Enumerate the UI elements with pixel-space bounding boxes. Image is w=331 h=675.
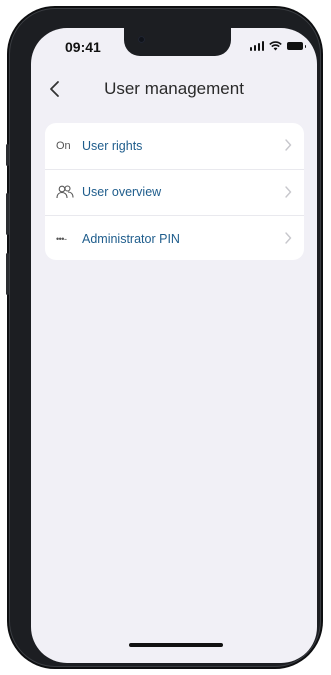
phone-frame: 09:41 User management On User rights Use…: [6, 8, 321, 667]
volume-up-button: [6, 193, 9, 235]
home-indicator[interactable]: [129, 643, 223, 647]
status-icons: [249, 41, 306, 51]
cellular-signal-icon: [249, 41, 264, 51]
pin-dots-icon: •••-: [56, 234, 80, 244]
menu-card: On User rights User overview •••- Admini…: [45, 123, 304, 260]
menu-item-user-rights[interactable]: On User rights: [45, 123, 304, 169]
silent-switch: [6, 144, 9, 166]
on-icon-text: On: [56, 139, 71, 152]
screen: 09:41 User management On User rights Use…: [31, 28, 317, 663]
wifi-icon: [269, 41, 282, 51]
notch: [124, 28, 231, 56]
chevron-right-icon: [285, 185, 292, 198]
menu-item-label: Administrator PIN: [82, 231, 180, 246]
menu-item-label: User rights: [82, 138, 143, 153]
menu-item-administrator-pin[interactable]: •••- Administrator PIN: [45, 215, 304, 262]
volume-down-button: [6, 253, 9, 295]
menu-item-user-overview[interactable]: User overview: [45, 168, 304, 216]
status-time: 09:41: [65, 39, 101, 55]
on-toggle-icon: On: [56, 140, 80, 152]
page-title: User management: [104, 79, 244, 98]
menu-item-label: User overview: [82, 185, 162, 200]
battery-icon: [287, 42, 306, 50]
chevron-right-icon: [285, 232, 292, 244]
users-icon: [56, 185, 80, 199]
pin-dots-text: •••-: [56, 233, 67, 244]
chevron-right-icon: [285, 139, 292, 151]
camera-icon: [138, 36, 145, 43]
